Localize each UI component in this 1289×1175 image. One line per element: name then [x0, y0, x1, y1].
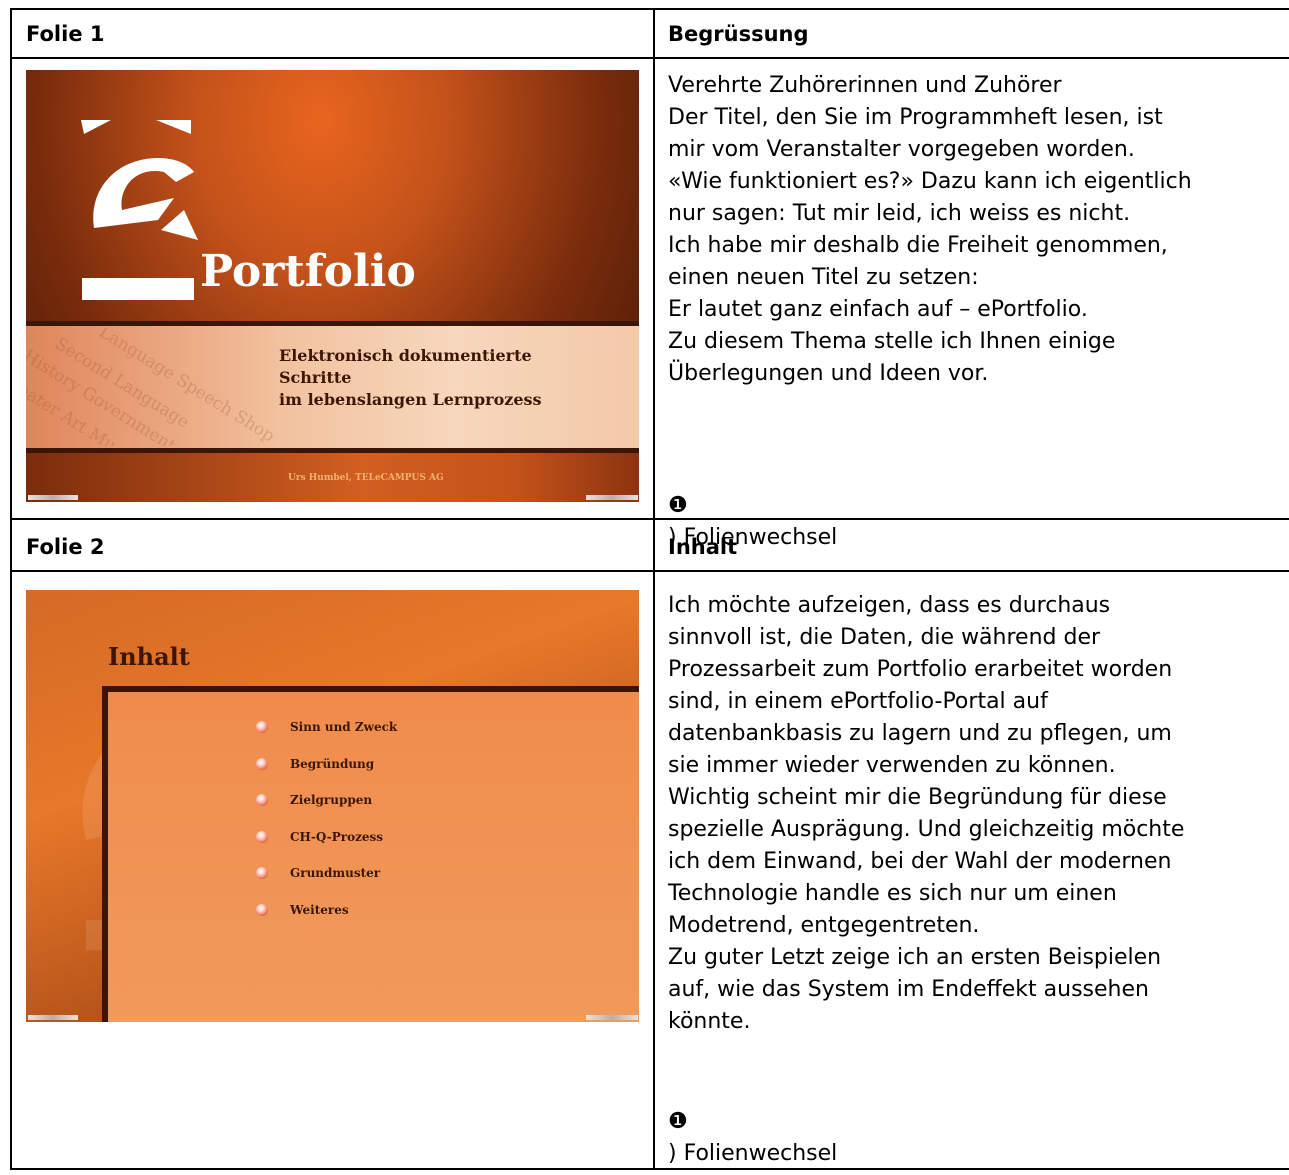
slide-2-item-label: Weiteres	[290, 903, 349, 917]
folie-1-header: Folie 1	[26, 22, 105, 46]
circled-number-icon: ❶	[668, 1109, 688, 1134]
row-divider	[12, 518, 1289, 520]
column-divider	[653, 10, 655, 1168]
row-divider	[12, 570, 1289, 572]
slide-2-item-label: CH-Q-Prozess	[290, 830, 384, 844]
folienwechsel-note: ❶ ) Folienwechsel	[668, 1074, 837, 1170]
notes-table: Folie 1 Begrüssung Portfolio Language Sp…	[10, 8, 1289, 1170]
begruessung-header: Begrüssung	[668, 22, 809, 46]
folie-2-header: Folie 2	[26, 535, 105, 559]
slide-2-title: Inhalt	[108, 642, 190, 671]
bullet-icon	[256, 831, 268, 843]
slide-nav-bar	[28, 1015, 78, 1020]
row-divider	[12, 57, 1289, 59]
slide-1-subtitle: Elektronisch dokumentierte Schritte im l…	[279, 346, 542, 409]
slide-2-content-panel	[102, 686, 639, 1022]
slide-nav-bar	[28, 495, 78, 500]
slide-2-list-item: Grundmuster	[256, 864, 380, 882]
slide-1-logo-word: Portfolio	[200, 246, 416, 297]
slide-2-list-item: Zielgruppen	[256, 791, 372, 809]
bullet-icon	[256, 904, 268, 916]
bullet-icon	[256, 867, 268, 879]
bullet-icon	[256, 758, 268, 770]
slide-2-item-label: Sinn und Zweck	[290, 720, 398, 734]
slide-1-watermark: Language Speech Shop Second Language His…	[26, 328, 276, 446]
bullet-icon	[256, 721, 268, 733]
slide-2-thumbnail: Inhalt Sinn und Zweck Begründung Zielgru…	[26, 590, 639, 1022]
bullet-icon	[256, 794, 268, 806]
slide-2-item-label: Zielgruppen	[290, 793, 373, 807]
slide-2-item-label: Begründung	[290, 757, 375, 771]
slide-1-credit: Urs Humbel, TELeCAMPUS AG	[288, 473, 444, 483]
slide-2-list-item: Weiteres	[256, 901, 349, 919]
inhalt-header: Inhalt	[668, 535, 738, 559]
circled-number-icon: ❶	[668, 493, 688, 518]
begruessung-text: Verehrte Zuhörerinnen und Zuhörer Der Ti…	[668, 73, 1192, 386]
slide-nav-bar	[586, 495, 638, 500]
slide-1-thumbnail: Portfolio Language Speech Shop Second La…	[26, 70, 639, 502]
folienwechsel-label: ) Folienwechsel	[668, 1141, 838, 1166]
inhalt-text: Ich möchte aufzeigen, dass es durchaus s…	[668, 593, 1185, 1034]
slide-nav-bar	[586, 1015, 638, 1020]
slide-2-item-label: Grundmuster	[290, 866, 381, 880]
slide-2-list-item: Begründung	[256, 755, 374, 773]
slide-2-list-item: Sinn und Zweck	[256, 718, 397, 736]
slide-2-list-item: CH-Q-Prozess	[256, 828, 383, 846]
